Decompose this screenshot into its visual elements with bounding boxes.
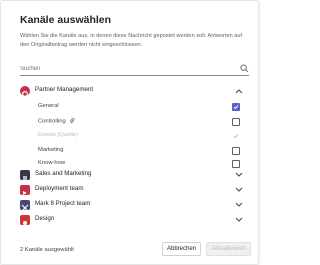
team-row-deployment-team[interactable]: Deployment team xyxy=(20,184,243,197)
team-label: Design xyxy=(35,215,55,222)
team-avatar-icon xyxy=(20,200,30,212)
team-avatar-icon xyxy=(20,86,30,98)
team-label: Deployment team xyxy=(35,185,84,192)
team-row-sales-and-marketing[interactable]: Sales and Marketing xyxy=(20,169,243,182)
channel-row-events: Events (Quelle) xyxy=(38,132,243,142)
dialog-title: Kanäle auswählen xyxy=(20,14,112,26)
chevron-down-icon[interactable] xyxy=(235,187,243,193)
chevron-down-icon[interactable] xyxy=(235,202,243,208)
select-channels-dialog: Kanäle auswählen Wählen Sie die Kanäle a… xyxy=(0,0,259,265)
update-button: Aktualisieren xyxy=(206,242,251,256)
channel-label: Controlling xyxy=(38,118,75,125)
search-box[interactable] xyxy=(20,62,249,76)
chevron-up-icon[interactable] xyxy=(235,88,243,94)
team-avatar-icon xyxy=(20,215,30,225)
channel-row-controlling[interactable]: Controlling xyxy=(38,118,243,128)
dialog-description: Wählen Sie die Kanäle aus, in denen dies… xyxy=(20,33,243,48)
channel-checkbox[interactable] xyxy=(232,160,240,168)
team-row-partner-management[interactable]: Partner Management xyxy=(20,85,243,98)
team-label: Partner Management xyxy=(35,86,94,93)
channel-row-general[interactable]: General xyxy=(38,103,243,113)
channel-label-text: Controlling xyxy=(38,118,66,125)
team-row-design[interactable]: Design xyxy=(20,214,243,227)
channel-row-marketing[interactable]: Marketing xyxy=(38,147,243,157)
selected-count-status: 2 Kanäle ausgewählt xyxy=(20,247,74,253)
channel-checkbox[interactable] xyxy=(232,103,240,111)
chevron-down-icon[interactable] xyxy=(235,172,243,178)
attachment-icon xyxy=(70,118,75,124)
channel-label: Events (Quelle) xyxy=(38,132,78,138)
team-avatar-icon xyxy=(20,185,30,195)
search-icon xyxy=(240,64,249,73)
channel-label: Marketing xyxy=(38,147,64,153)
channel-checkbox[interactable] xyxy=(232,147,240,155)
chevron-down-icon[interactable] xyxy=(235,217,243,223)
channel-checkbox-disabled xyxy=(232,132,240,140)
team-label: Mark 8 Project team xyxy=(35,200,91,207)
channel-label: Know-how xyxy=(38,160,66,166)
team-avatar-icon xyxy=(20,170,30,180)
channel-label: General xyxy=(38,103,59,109)
cancel-button[interactable]: Abbrechen xyxy=(162,242,201,256)
team-row-mark-8-project-team[interactable]: Mark 8 Project team xyxy=(20,199,243,212)
team-label: Sales and Marketing xyxy=(35,170,92,177)
channel-checkbox[interactable] xyxy=(232,118,240,126)
search-input[interactable] xyxy=(20,63,220,74)
